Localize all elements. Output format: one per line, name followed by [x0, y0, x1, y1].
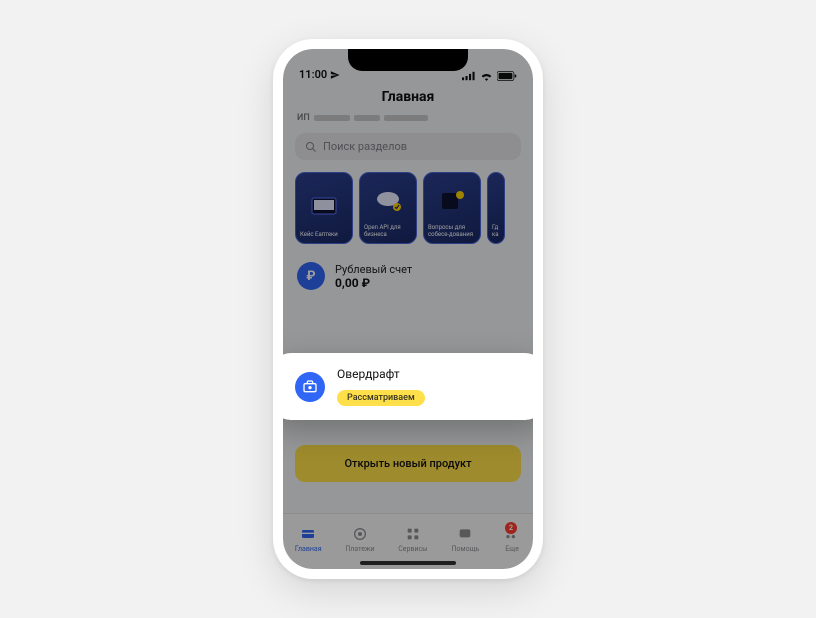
status-badge: Рассматриваем	[337, 390, 425, 406]
cta-label: Открыть новый продукт	[344, 457, 471, 470]
account-row[interactable]: ₽ Рублевый счет 0,00 ₽	[283, 248, 533, 304]
tab-label: Помощь	[451, 545, 479, 553]
home-icon	[299, 525, 317, 543]
tab-home[interactable]: Главная	[295, 525, 322, 553]
stories-row[interactable]: Кейс Еаптеки Open API для бизнеса Вопрос…	[283, 160, 533, 248]
tab-payments[interactable]: Платежи	[345, 525, 374, 553]
battery-icon	[497, 71, 517, 81]
overdraft-title: Овердрафт	[337, 367, 425, 381]
services-icon	[404, 525, 422, 543]
tab-help[interactable]: Помощь	[451, 525, 479, 553]
ruble-icon: ₽	[297, 262, 325, 290]
search-input[interactable]: Поиск разделов	[295, 133, 521, 160]
story-label: Open API для бизнеса	[364, 225, 412, 239]
tab-label: Платежи	[345, 545, 374, 553]
search-icon	[305, 141, 317, 153]
story-art	[300, 177, 348, 232]
help-icon	[456, 525, 474, 543]
skeleton-bar	[384, 115, 428, 121]
story-art	[364, 177, 412, 225]
account-balance: 0,00 ₽	[335, 276, 412, 290]
payments-icon	[351, 525, 369, 543]
tab-label: Главная	[295, 545, 322, 553]
story-card[interactable]: Вопросы для собесе-дования	[423, 172, 481, 244]
search-placeholder: Поиск разделов	[323, 140, 407, 153]
tab-label: Сервисы	[398, 545, 427, 553]
skeleton-bar	[354, 115, 380, 121]
tab-services[interactable]: Сервисы	[398, 525, 427, 553]
notification-badge: 2	[505, 522, 517, 534]
merchant-line: ИП	[283, 113, 533, 133]
tab-label: Еще	[505, 545, 519, 553]
home-indicator	[360, 561, 456, 565]
open-product-button[interactable]: Открыть новый продукт	[295, 445, 521, 482]
story-label: Гд ка	[492, 225, 500, 239]
story-art	[428, 177, 476, 225]
story-label: Кейс Еаптеки	[300, 232, 348, 239]
notch	[348, 49, 468, 71]
page-title: Главная	[283, 83, 533, 113]
overdraft-card[interactable]: Овердрафт Рассматриваем	[283, 353, 533, 420]
story-card[interactable]: Гд ка	[487, 172, 505, 244]
skeleton-bar	[314, 115, 350, 121]
overdraft-icon	[295, 372, 325, 402]
status-time: 11:00	[299, 68, 327, 81]
story-card[interactable]: Open API для бизнеса	[359, 172, 417, 244]
tab-more[interactable]: 2 Еще	[503, 525, 521, 553]
wifi-icon	[480, 71, 493, 81]
location-icon	[330, 70, 340, 80]
screen: 11:00 Главная ИП Поиск разделов	[283, 49, 533, 569]
merchant-prefix: ИП	[297, 113, 310, 123]
phone-frame: 11:00 Главная ИП Поиск разделов	[273, 39, 543, 579]
story-label: Вопросы для собесе-дования	[428, 225, 476, 239]
account-name: Рублевый счет	[335, 263, 412, 276]
signal-icon	[462, 71, 476, 81]
story-card[interactable]: Кейс Еаптеки	[295, 172, 353, 244]
